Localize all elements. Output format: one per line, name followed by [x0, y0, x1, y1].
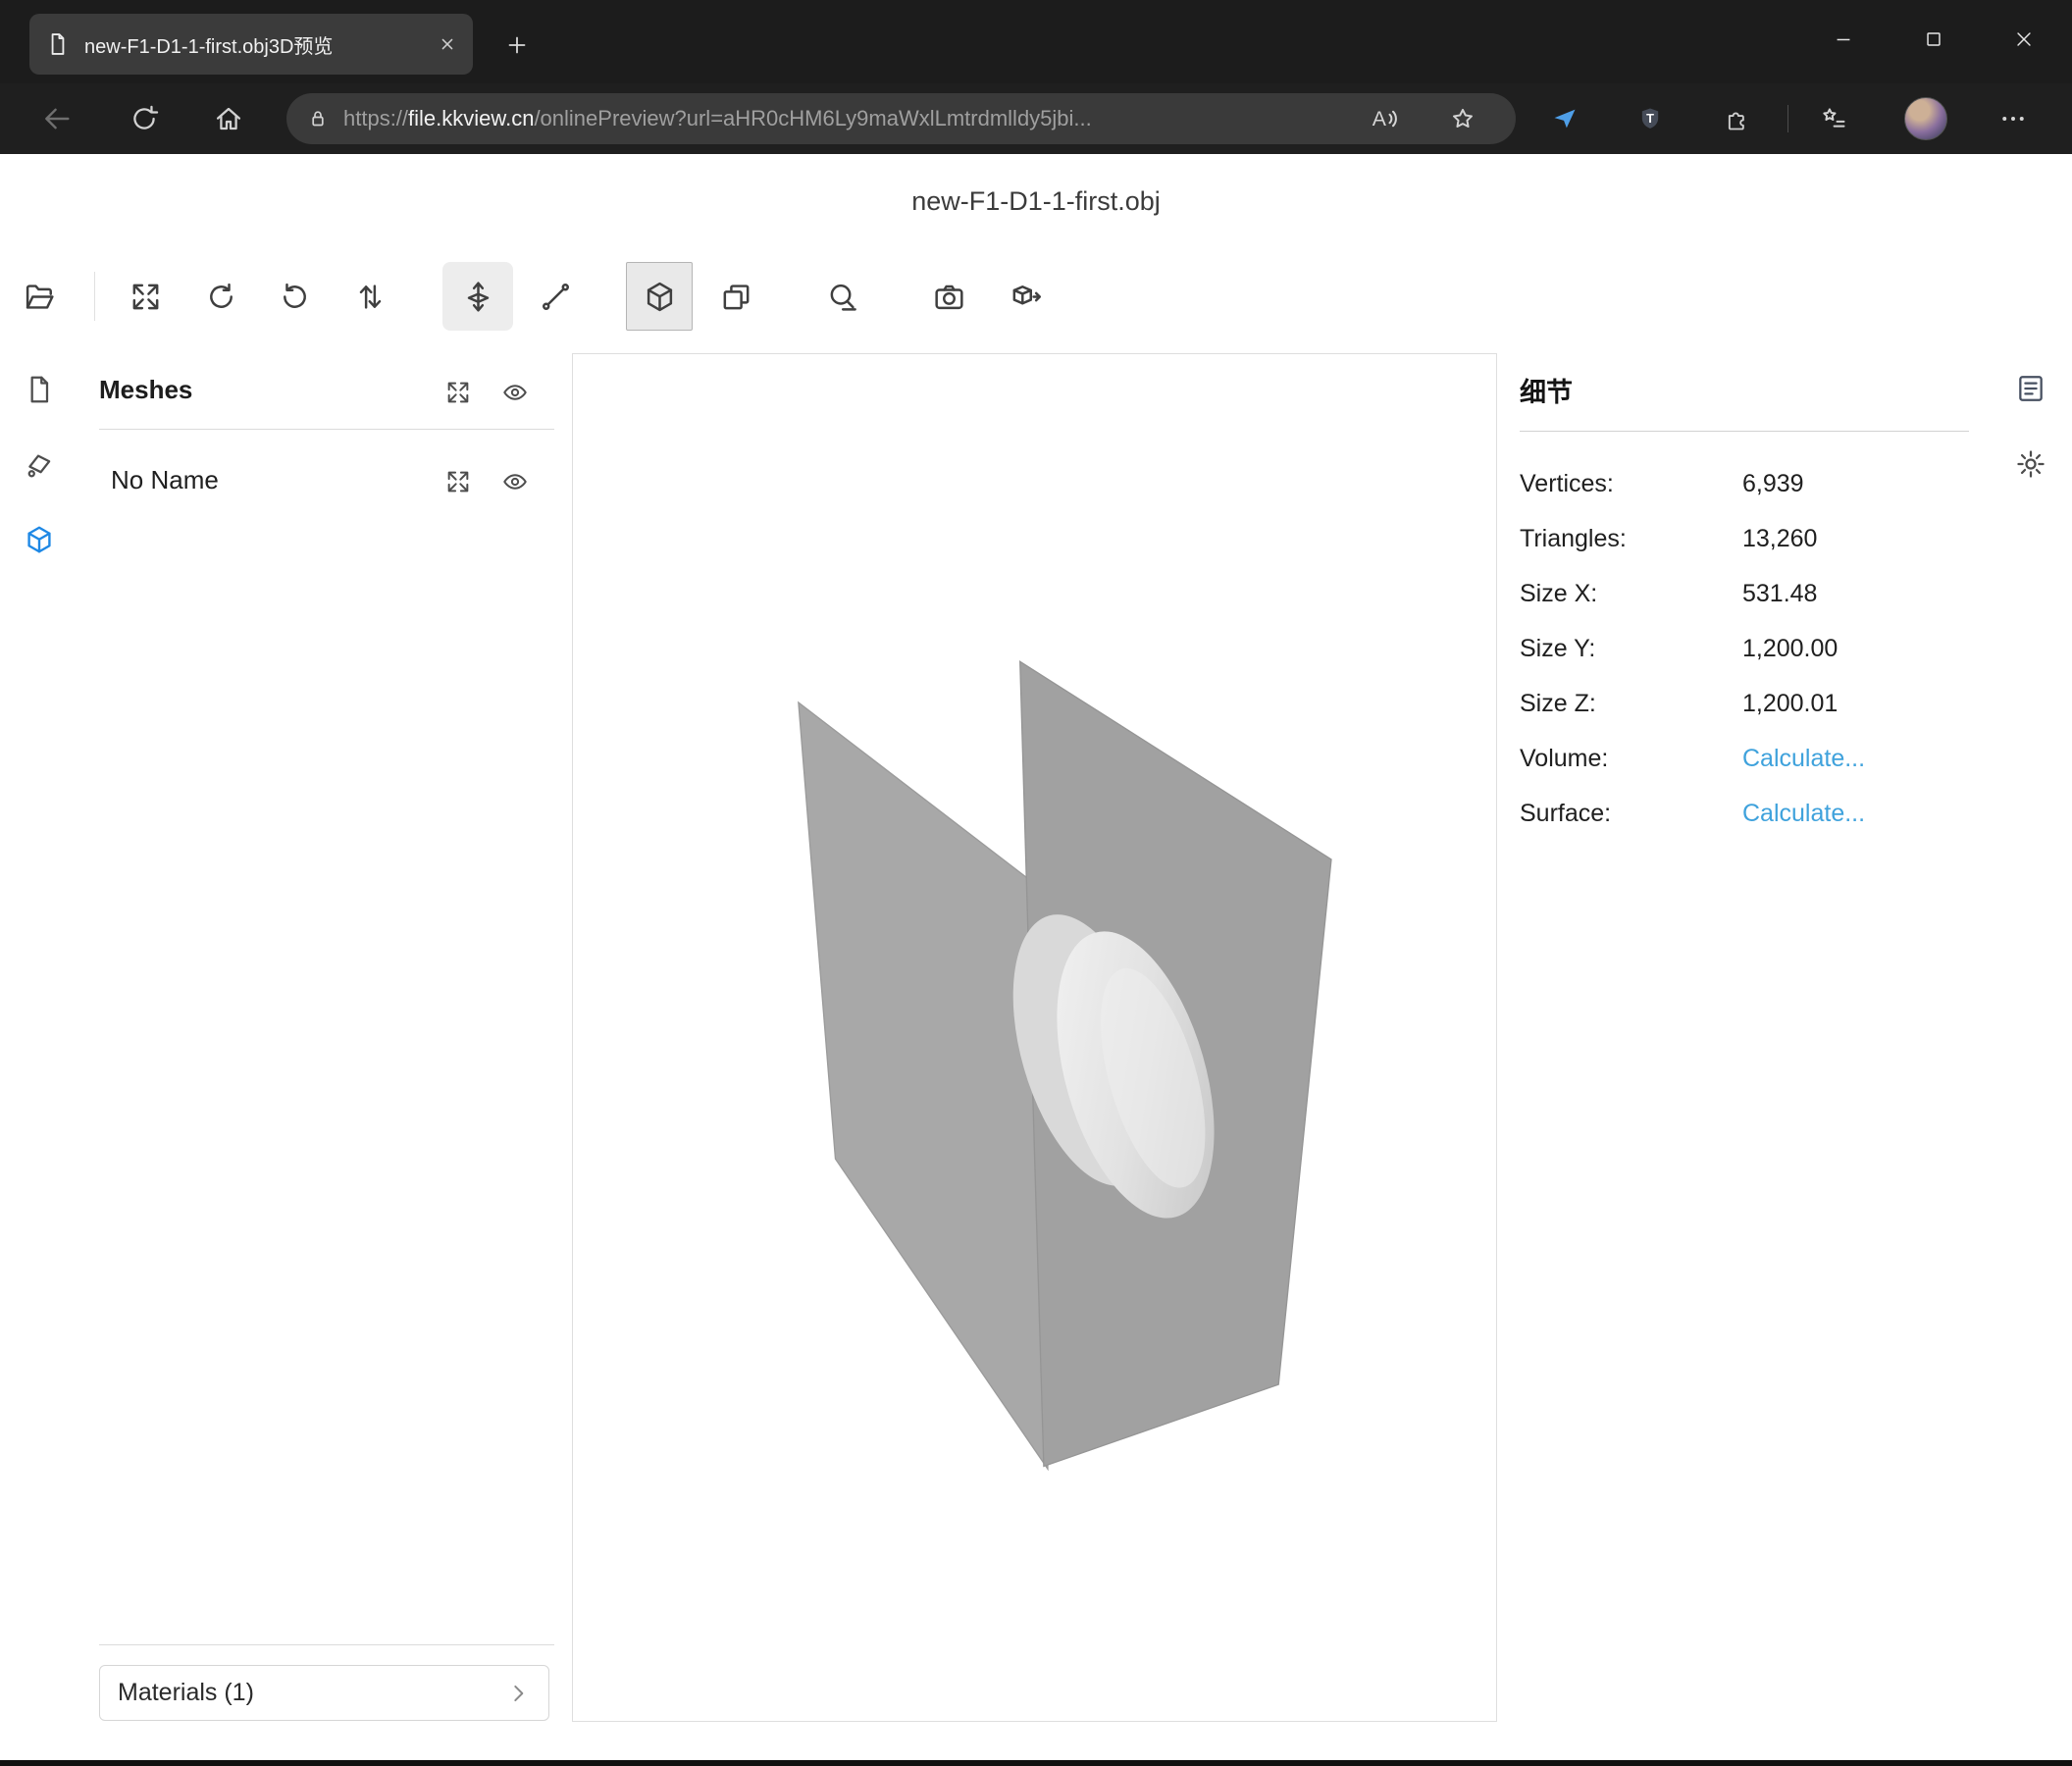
home-button[interactable]: [207, 97, 250, 140]
details-label: Triangles:: [1520, 525, 1742, 553]
materials-button[interactable]: Materials (1): [99, 1665, 549, 1721]
details-panel-header: 细节: [1520, 371, 1573, 409]
mesh-item-fit-button[interactable]: [443, 467, 473, 496]
perspective-view-button[interactable]: [626, 262, 693, 331]
screenshot-button[interactable]: [922, 270, 975, 323]
details-value: 1,200.00: [1742, 635, 1838, 663]
details-label: Volume:: [1520, 745, 1742, 773]
details-row-size-x: Size X: 531.48: [1520, 566, 1969, 621]
export-model-button[interactable]: [999, 270, 1052, 323]
measure-line-button[interactable]: [529, 270, 582, 323]
maximize-button[interactable]: [1901, 9, 1966, 70]
lock-icon[interactable]: [306, 107, 330, 130]
back-button[interactable]: [35, 97, 78, 140]
materials-button-label: Materials (1): [118, 1679, 254, 1707]
details-row-vertices: Vertices: 6,939: [1520, 456, 1969, 511]
details-label: Vertices:: [1520, 470, 1742, 498]
details-label: Surface:: [1520, 800, 1742, 828]
measure-loupe-button[interactable]: [815, 270, 868, 323]
details-row-volume: Volume: Calculate...: [1520, 731, 1969, 786]
user-avatar[interactable]: [1904, 97, 1947, 140]
extensions-puzzle-icon[interactable]: [1716, 97, 1759, 140]
navbar-divider: [1787, 105, 1788, 132]
chevron-right-icon: [505, 1681, 531, 1706]
meshes-panel-header: Meshes: [99, 375, 192, 405]
details-value: 531.48: [1742, 580, 1817, 608]
more-options-button[interactable]: [1992, 97, 2035, 140]
page-title: new-F1-D1-1-first.obj: [0, 186, 2072, 217]
url-path: /onlinePreview?url=aHR0cHM6Ly9maWxlLmtrd…: [534, 106, 1091, 130]
rotate-x-button[interactable]: [194, 270, 247, 323]
refresh-button[interactable]: [123, 97, 166, 140]
orthographic-view-button[interactable]: [709, 270, 762, 323]
svg-text:T: T: [1646, 111, 1654, 126]
details-label: Size X:: [1520, 580, 1742, 608]
open-model-button[interactable]: [13, 270, 66, 323]
mesh-item-name: No Name: [111, 465, 219, 495]
rotate-y-button[interactable]: [268, 270, 321, 323]
extension-shield-icon[interactable]: T: [1629, 97, 1672, 140]
settings-gear-button[interactable]: [2004, 438, 2057, 491]
details-value: 1,200.01: [1742, 690, 1838, 718]
window-bottom-edge: [0, 1760, 2072, 1766]
details-row-triangles: Triangles: 13,260: [1520, 511, 1969, 566]
svg-text:A: A: [1373, 107, 1387, 130]
model-tree-button[interactable]: [13, 513, 66, 566]
page-favicon-icon: [45, 31, 71, 57]
url-domain: file.kkview.cn: [408, 106, 534, 130]
minimize-button[interactable]: [1811, 9, 1876, 70]
details-label: Size Y:: [1520, 635, 1742, 663]
read-aloud-button[interactable]: A: [1362, 97, 1405, 140]
meshes-fit-button[interactable]: [443, 378, 473, 407]
favorite-star-button[interactable]: [1441, 97, 1484, 140]
materials-divider: [99, 1644, 554, 1645]
tab-title: new-F1-D1-1-first.obj3D预览: [84, 30, 424, 59]
calculate-volume-link[interactable]: Calculate...: [1742, 745, 1865, 773]
address-bar[interactable]: https://file.kkview.cn/onlinePreview?url…: [286, 93, 1516, 144]
details-value: 6,939: [1742, 470, 1804, 498]
details-row-surface: Surface: Calculate...: [1520, 786, 1969, 841]
details-row-size-y: Size Y: 1,200.00: [1520, 621, 1969, 676]
browser-titlebar: new-F1-D1-1-first.obj3D预览: [0, 0, 2072, 83]
move-tool-button[interactable]: [442, 262, 513, 331]
details-list-button[interactable]: [2004, 362, 2057, 415]
extension-blue-icon[interactable]: [1543, 97, 1586, 140]
details-divider: [1520, 431, 1969, 432]
meshes-visibility-button[interactable]: [500, 378, 530, 407]
details-rows: Vertices: 6,939 Triangles: 13,260 Size X…: [1520, 456, 1969, 841]
details-label: Size Z:: [1520, 690, 1742, 718]
meshes-divider: [99, 429, 554, 430]
mesh-item-visibility-button[interactable]: [500, 467, 530, 496]
fit-view-button[interactable]: [119, 270, 172, 323]
calculate-surface-link[interactable]: Calculate...: [1742, 800, 1865, 828]
browser-tab[interactable]: new-F1-D1-1-first.obj3D预览: [29, 14, 473, 75]
url-scheme: https://: [343, 106, 408, 130]
tab-close-icon[interactable]: [438, 34, 457, 54]
materials-rail-button[interactable]: [13, 439, 66, 492]
close-button[interactable]: [1992, 9, 2056, 70]
model-scene: [573, 354, 1496, 1721]
file-info-button[interactable]: [13, 363, 66, 416]
swap-vertical-button[interactable]: [343, 270, 396, 323]
favorites-hub-button[interactable]: [1812, 97, 1855, 140]
toolbar-separator: [94, 272, 95, 321]
model-plane-left: [799, 702, 1048, 1469]
details-value: 13,260: [1742, 525, 1817, 553]
new-tab-button[interactable]: [495, 24, 539, 67]
details-row-size-z: Size Z: 1,200.01: [1520, 676, 1969, 731]
url-text: https://file.kkview.cn/onlinePreview?url…: [343, 106, 1092, 131]
model-viewport[interactable]: [572, 353, 1497, 1722]
